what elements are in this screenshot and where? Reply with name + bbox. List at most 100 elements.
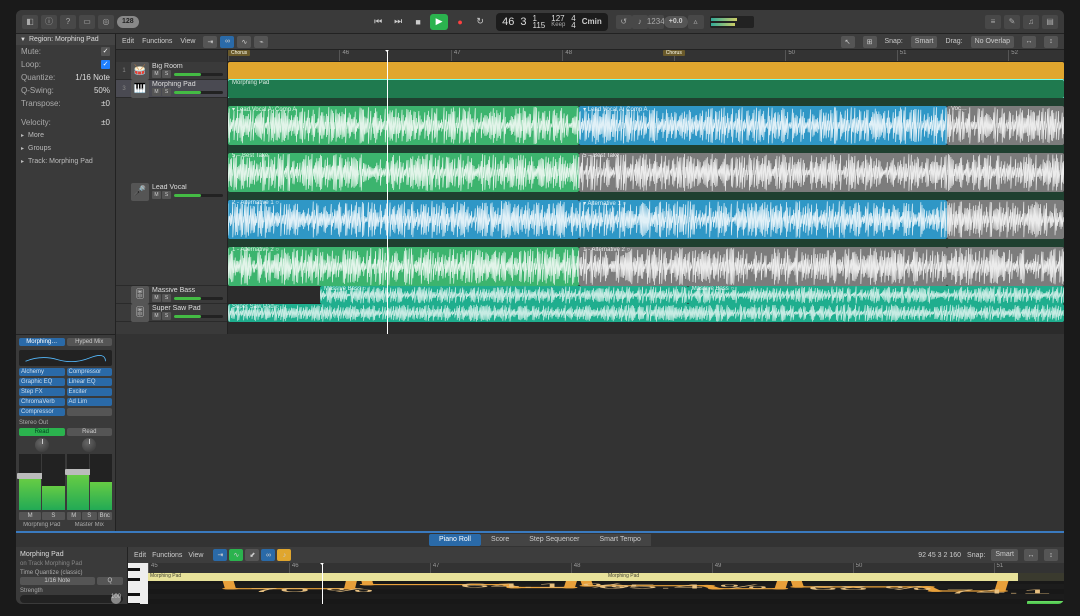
instrument-slot[interactable]: Alchemy [19, 368, 65, 376]
insert-slot[interactable]: Step FX [19, 388, 65, 396]
strip-tab-track[interactable]: Morphing… [19, 338, 65, 346]
lcd-display[interactable]: 46 3 1115 127Keep 44 Cmin [496, 13, 608, 31]
pr-view-menu[interactable]: View [188, 552, 203, 559]
insert-slot[interactable]: Compressor [19, 408, 65, 416]
zoom-v-icon[interactable]: ↕ [1044, 36, 1058, 48]
track-header[interactable]: 🎤 Lead Vocal MS [116, 98, 227, 286]
region[interactable] [947, 200, 1064, 239]
smart-controls-icon[interactable]: ◎ [98, 15, 114, 29]
volume-slider[interactable] [174, 194, 223, 197]
track-header[interactable]: 3 🎹 Morphing Pad MS [116, 80, 227, 98]
insert-slot[interactable]: Graphic EQ [19, 378, 65, 386]
pr-region-indicator[interactable]: Morphing Pad [606, 573, 1018, 581]
loops-icon[interactable]: ♫ [1023, 15, 1039, 29]
velocity-value[interactable]: ±0 [101, 118, 110, 127]
region[interactable]: 2 - Alternative 1 ○ [228, 200, 579, 239]
pan-knob[interactable] [35, 438, 49, 452]
insert-slot[interactable]: Linear EQ [67, 378, 113, 386]
list-editors-icon[interactable]: ≡ [985, 15, 1001, 29]
region[interactable]: Massive Bass ○ [688, 286, 1064, 304]
region[interactable]: Massive Bass ○ [320, 286, 688, 304]
quick-help-icon[interactable]: ? [60, 15, 76, 29]
automation-icon[interactable]: ∿ [237, 36, 251, 48]
pr-region-indicator[interactable]: Morphing Pad [148, 573, 606, 581]
count-in-icon[interactable]: 1234 [648, 15, 664, 29]
pointer-tool-icon[interactable]: ↖ [841, 36, 855, 48]
zoom-h-icon[interactable]: ↔ [1022, 36, 1036, 48]
strength-slider[interactable]: 100 [20, 595, 123, 603]
solo-button[interactable]: S [42, 512, 64, 520]
pr-snap-select[interactable]: Smart [991, 549, 1018, 561]
track-header[interactable]: 🎚 Massive Bass MS [116, 286, 227, 304]
snap-select[interactable]: Smart [911, 36, 938, 48]
mute-checkbox[interactable] [101, 47, 110, 56]
link-icon[interactable]: ∞ [261, 549, 275, 561]
notes-icon[interactable]: ✎ [1004, 15, 1020, 29]
region[interactable]: Morphing Pad [228, 80, 1064, 98]
piano-roll-grid[interactable]: 45464748495051 Morphing PadMorphing Pad … [148, 563, 1064, 604]
replace-icon[interactable]: ↺ [616, 15, 632, 29]
tab-score[interactable]: Score [481, 534, 519, 546]
mute-button[interactable]: M [19, 512, 41, 520]
metronome-icon[interactable]: ▵ [688, 15, 704, 29]
pr-functions-menu[interactable]: Functions [152, 552, 182, 559]
bounce-button[interactable]: Bnc [98, 512, 113, 520]
track-disclosure[interactable]: Track: Morphing Pad [16, 155, 115, 168]
volume-slider[interactable] [174, 91, 223, 94]
volume-fader[interactable] [67, 454, 89, 510]
cycle-button[interactable]: ↻ [472, 15, 488, 29]
loop-checkbox[interactable] [101, 60, 110, 69]
tuner-icon[interactable]: ♪ [632, 15, 648, 29]
rewind-button[interactable]: ⏮ [370, 15, 386, 29]
insert-slot[interactable]: Compressor [67, 368, 113, 376]
mode-badge[interactable]: +0.0 [664, 16, 688, 28]
volume-fader[interactable] [19, 454, 41, 510]
drag-select[interactable]: No Overlap [971, 36, 1014, 48]
volume-slider[interactable] [174, 73, 223, 76]
arrange-view-menu[interactable]: View [180, 38, 195, 45]
qswing-value[interactable]: 50% [94, 86, 110, 95]
flex-icon[interactable]: ⌁ [254, 36, 268, 48]
midi-in-icon[interactable]: ⬋ [245, 549, 259, 561]
marquee-tool-icon[interactable]: ⊞ [863, 36, 877, 48]
mute-button[interactable]: M [152, 191, 161, 199]
volume-slider[interactable] [174, 297, 223, 300]
track-header[interactable]: 1 🥁 Big Room MS [116, 62, 227, 80]
automation-mode-read[interactable]: Read [67, 428, 113, 436]
insert-slot[interactable]: Ad Lim [67, 398, 113, 406]
record-button[interactable]: ● [452, 15, 468, 29]
zoom-v-icon[interactable]: ↕ [1044, 549, 1058, 561]
bar-ruler[interactable]: 4546474849505152ChorusChorus [228, 50, 1064, 62]
mute-button[interactable]: M [152, 312, 161, 320]
solo-button[interactable]: S [162, 70, 171, 78]
region[interactable]: 1 - Alternative 2 ○ [228, 247, 579, 286]
region[interactable]: Voc… [947, 106, 1064, 145]
region[interactable]: 5 – Best Take [579, 153, 1064, 192]
tracks-area[interactable]: 4546474849505152ChorusChorus Morphing Pa… [228, 50, 1064, 334]
midi-note[interactable] [1027, 601, 1064, 604]
automation-toggle-icon[interactable]: ∿ [229, 549, 243, 561]
forward-button[interactable]: ⏭ [390, 15, 406, 29]
region[interactable]: ▾ Alternative 1 ○ [579, 200, 947, 239]
insert-slot[interactable]: Exciter [67, 388, 113, 396]
stop-button[interactable]: ■ [410, 15, 426, 29]
quantize-apply-button[interactable]: Q [97, 577, 123, 585]
pr-bar-ruler[interactable]: 45464748495051 [148, 563, 1064, 573]
tab-smart-tempo[interactable]: Smart Tempo [589, 534, 651, 546]
quantize-value[interactable]: 1/16 Note [75, 73, 110, 82]
catch-icon[interactable]: ⇥ [213, 549, 227, 561]
time-quantize-select[interactable]: 1/16 Note [20, 577, 95, 585]
mute-button[interactable]: M [152, 294, 161, 302]
pan-knob[interactable] [82, 438, 96, 452]
region[interactable] [228, 62, 1064, 80]
solo-button[interactable]: S [162, 88, 171, 96]
solo-button[interactable]: S [162, 294, 171, 302]
tab-piano-roll[interactable]: Piano Roll [429, 534, 481, 546]
insert-slot-empty[interactable] [67, 408, 113, 416]
piano-keyboard[interactable] [128, 563, 148, 604]
pr-edit-menu[interactable]: Edit [134, 552, 146, 559]
strip-tab-output[interactable]: Hyped Mix [67, 338, 113, 346]
track-header[interactable]: 🎚 Super Saw Pad MS [116, 304, 227, 322]
automation-mode-read[interactable]: Read [19, 428, 65, 436]
volume-slider[interactable] [174, 315, 223, 318]
